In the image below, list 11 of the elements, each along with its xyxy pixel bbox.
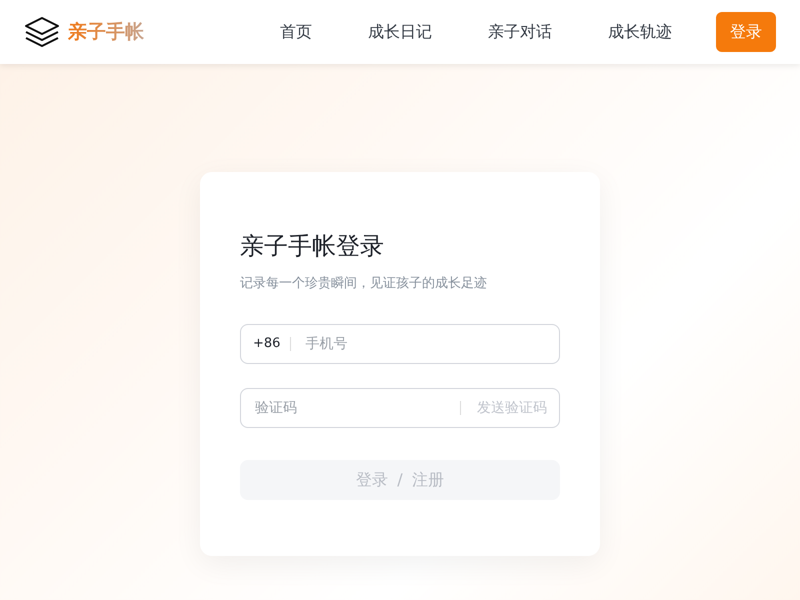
phone-number-input[interactable]: 手机号: [303, 335, 547, 353]
card-title: 亲子手帐登录: [240, 231, 385, 262]
stacked-layers-icon: [24, 16, 60, 48]
phone-input-field[interactable]: +86 手机号: [240, 324, 560, 364]
verification-code-input[interactable]: 验证码: [253, 399, 460, 417]
nav-link[interactable]: 首页: [252, 22, 340, 42]
nav-link[interactable]: 成长日记: [340, 22, 460, 42]
country-code: +86: [253, 337, 292, 351]
nav-link[interactable]: 成长轨迹: [580, 22, 700, 42]
nav-link[interactable]: 亲子对话: [460, 22, 580, 42]
card-subtitle: 记录每一个珍贵瞬间，见证孩子的成长足迹: [240, 275, 488, 292]
